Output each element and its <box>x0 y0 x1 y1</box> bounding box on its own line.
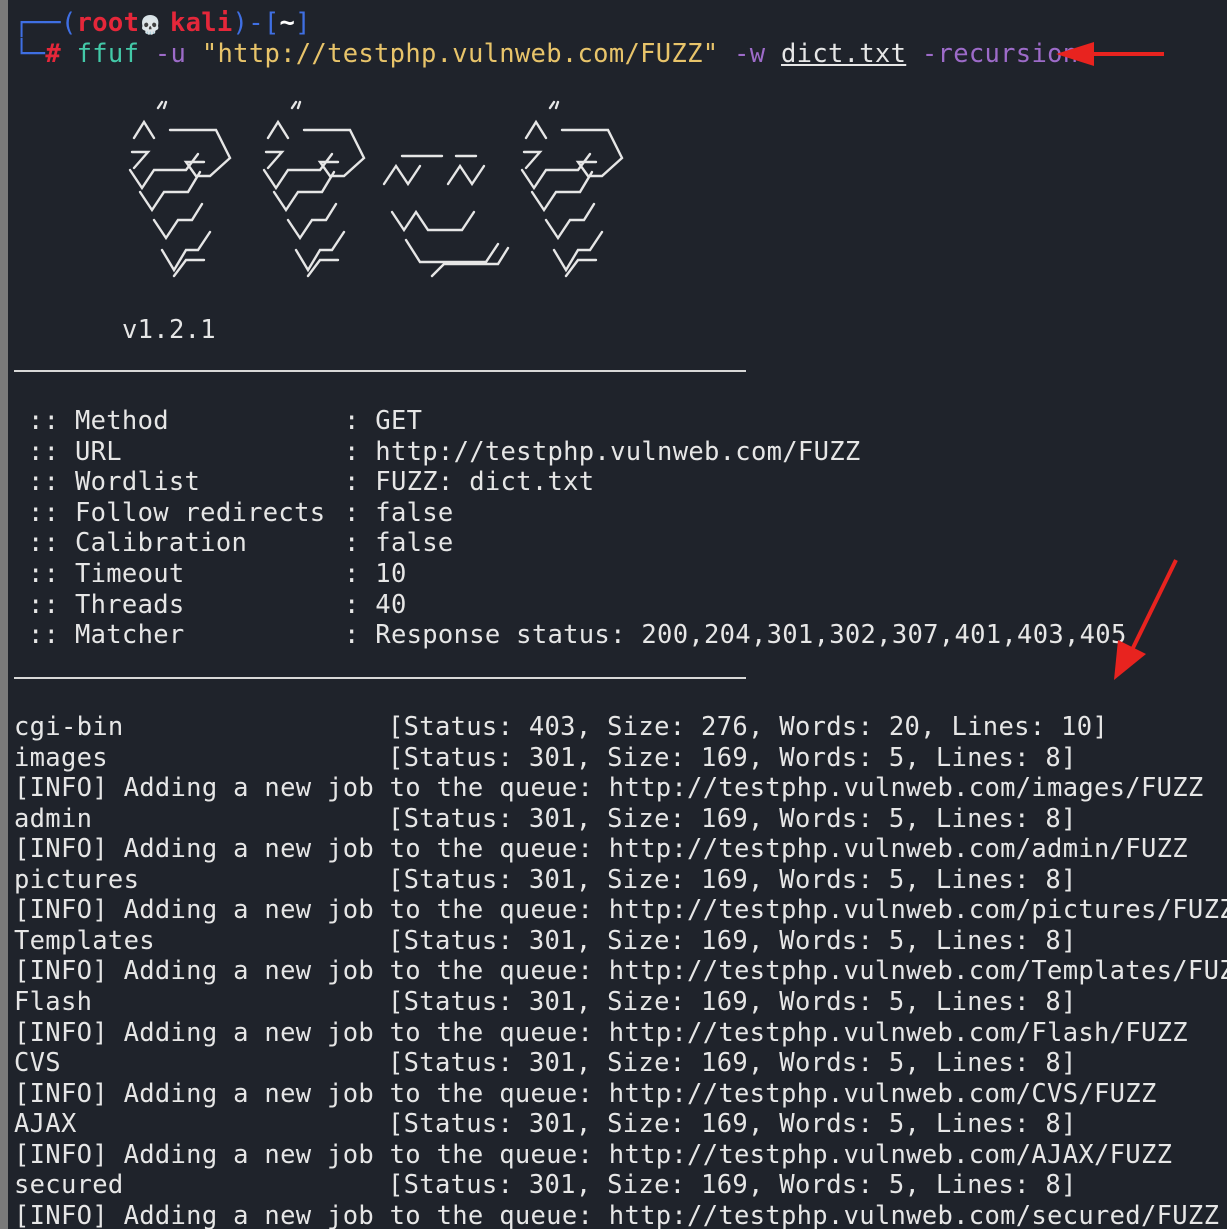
prompt-cwd: ~ <box>279 8 296 38</box>
version-label: v1.2.1 <box>122 315 216 345</box>
config-value: : FUZZ: dict.txt <box>344 467 595 498</box>
skull-icon: 💀 <box>139 15 162 36</box>
config-value: : 40 <box>344 589 407 620</box>
result-status: [Status: 301, Size: 169, Words: 5, Lines… <box>388 803 1077 834</box>
prompt-corner: └─ <box>14 39 46 69</box>
result-status: [Status: 301, Size: 169, Words: 5, Lines… <box>388 925 1077 956</box>
command-flag-w: -w <box>734 39 766 69</box>
config-key: :: Wordlist <box>28 467 201 498</box>
info-line: [INFO] Adding a new job to the queue: ht… <box>14 834 1188 865</box>
config-key: :: Follow redirects <box>28 497 326 528</box>
config-key: :: URL <box>28 436 122 467</box>
command-flag-u: -u <box>154 39 187 69</box>
info-line: [INFO] Adding a new job to the queue: ht… <box>14 1200 1220 1229</box>
info-line: [INFO] Adding a new job to the queue: ht… <box>14 1139 1173 1170</box>
config-key: :: Calibration <box>28 528 248 559</box>
config-value: : false <box>344 497 454 528</box>
result-path: Flash <box>14 986 93 1017</box>
result-status: [Status: 301, Size: 169, Words: 5, Lines… <box>388 742 1077 773</box>
config-value: : GET <box>344 406 423 436</box>
result-path: cgi-bin <box>14 712 124 742</box>
prompt-hash: # <box>45 39 61 69</box>
arrow-pointing-at-results <box>1114 559 1178 680</box>
result-path: CVS <box>14 1048 61 1079</box>
prompt-host: kali <box>169 8 233 38</box>
result-path: admin <box>14 803 93 834</box>
separator-top <box>14 370 746 372</box>
terminal-window[interactable]: ┌──(root💀 kali)-[~] └─# ffuf -u "http://t… <box>8 0 1227 1229</box>
logo-letter-f3 <box>520 100 624 278</box>
logo-letter-f1 <box>128 100 232 278</box>
info-line: [INFO] Adding a new job to the queue: ht… <box>14 895 1227 926</box>
info-line: [INFO] Adding a new job to the queue: ht… <box>14 773 1204 804</box>
prompt-user: root <box>76 8 140 38</box>
logo-letter-f2 <box>262 100 366 278</box>
prompt-open: ┌──( <box>14 8 77 38</box>
command-wordlist: dict.txt <box>781 39 907 69</box>
config-value: : Response status: 200,204,301,302,307,4… <box>344 620 1127 651</box>
result-path: images <box>14 742 108 773</box>
command-line[interactable]: └─# ffuf -u "http://testphp.vulnweb.com/… <box>14 39 1078 69</box>
command-tool: ffuf <box>76 39 140 69</box>
info-line: [INFO] Adding a new job to the queue: ht… <box>14 1078 1157 1109</box>
prompt-close: ] <box>295 8 311 38</box>
result-status: [Status: 301, Size: 169, Words: 5, Lines… <box>388 986 1077 1017</box>
ffuf-ascii-logo <box>128 100 624 278</box>
result-status: [Status: 301, Size: 169, Words: 5, Lines… <box>388 1048 1077 1079</box>
result-status: [Status: 403, Size: 276, Words: 20, Line… <box>388 712 1109 742</box>
info-line: [INFO] Adding a new job to the queue: ht… <box>14 1017 1188 1048</box>
config-key: :: Timeout <box>28 559 185 589</box>
info-line: [INFO] Adding a new job to the queue: ht… <box>14 956 1227 987</box>
config-value: : 10 <box>344 559 407 589</box>
config-key: :: Threads <box>28 589 185 620</box>
config-key: :: Matcher <box>28 620 185 651</box>
result-path: AJAX <box>14 1109 77 1140</box>
result-path: secured <box>14 1170 124 1201</box>
config-value: : http://testphp.vulnweb.com/FUZZ <box>344 436 861 467</box>
command-flag-recursion: -recursion <box>921 39 1079 69</box>
prompt-mid: )-[ <box>232 8 280 38</box>
command-url: "http://testphp.vulnweb.com/FUZZ" <box>201 39 719 69</box>
arrow-pointing-at-recursion-flag <box>1056 42 1164 66</box>
result-status: [Status: 301, Size: 169, Words: 5, Lines… <box>388 864 1077 895</box>
result-path: pictures <box>14 864 140 895</box>
separator-bottom <box>14 677 746 679</box>
config-value: : false <box>344 528 454 559</box>
logo-letter-u <box>382 154 510 278</box>
result-status: [Status: 301, Size: 169, Words: 5, Lines… <box>388 1170 1077 1201</box>
result-path: Templates <box>14 925 155 956</box>
config-key: :: Method <box>28 406 169 436</box>
prompt-line: ┌──(root💀 kali)-[~] <box>14 8 311 38</box>
result-status: [Status: 301, Size: 169, Words: 5, Lines… <box>388 1109 1077 1140</box>
